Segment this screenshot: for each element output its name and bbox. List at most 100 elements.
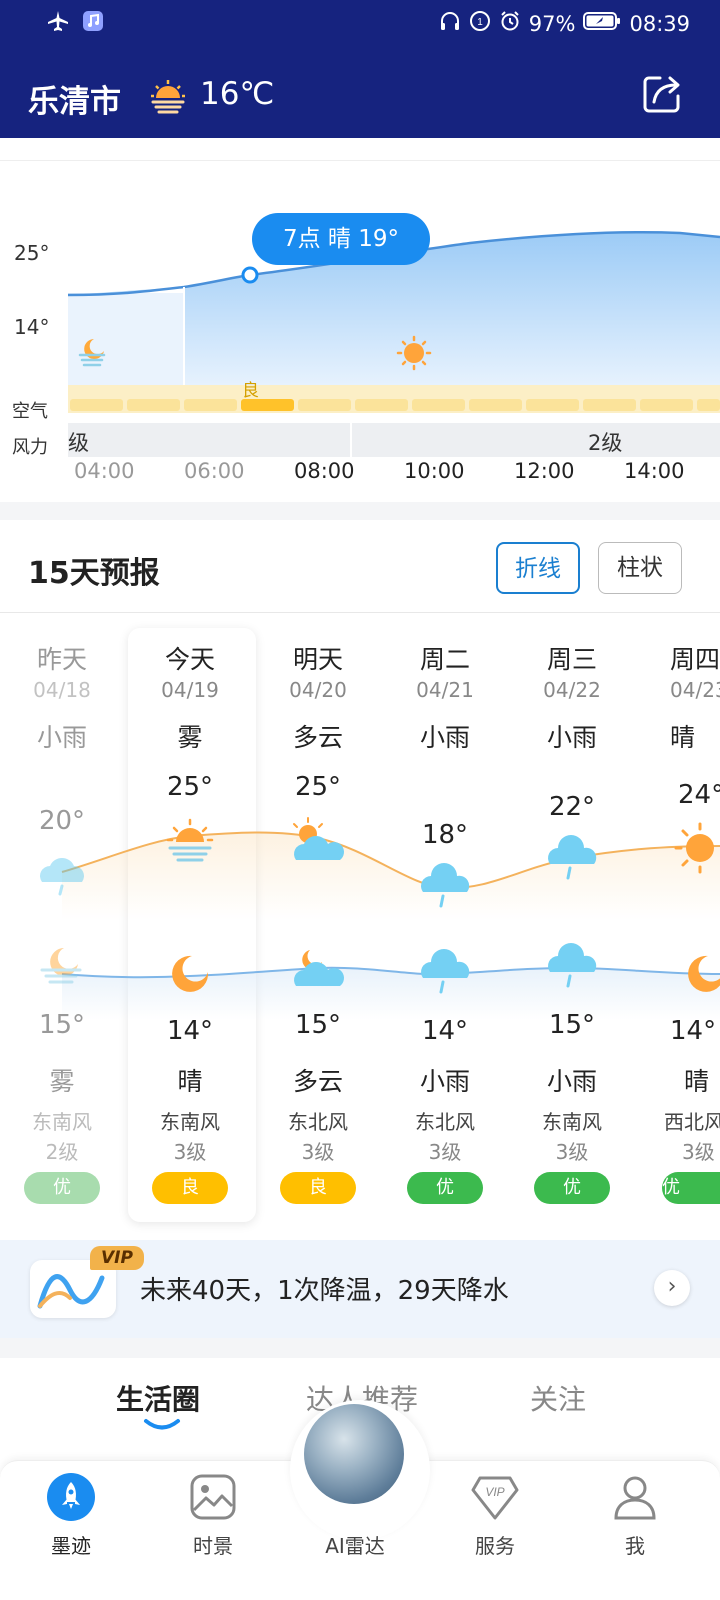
wind-level: 3级 xyxy=(682,1140,715,1164)
low-temp: 14° xyxy=(421,1016,469,1046)
forecast-day-column[interactable]: 今天 04/19 雾 xyxy=(126,640,254,758)
day-weather: 小雨 xyxy=(419,723,470,752)
current-hour-dot[interactable] xyxy=(241,266,259,284)
night-weather: 多云 xyxy=(292,1067,343,1096)
wind-level-2: 2级 xyxy=(588,431,623,455)
time-label: 04:00 xyxy=(74,459,135,483)
wind-level: 3级 xyxy=(301,1140,335,1164)
clock-time: 08:39 xyxy=(629,11,690,36)
aqi-badge: 优 xyxy=(534,1172,610,1204)
sun-haze-icon xyxy=(148,76,188,120)
time-label: 06:00 xyxy=(184,459,245,483)
line-view-button[interactable]: 折线 xyxy=(496,542,580,594)
day-weather: 雾 xyxy=(177,723,203,752)
sun-cloud-icon xyxy=(293,817,344,860)
high-temp: 20° xyxy=(38,806,86,836)
forecast-separator xyxy=(0,612,720,613)
forecast-night-column[interactable]: 15° 多云 东北风 3级 良 xyxy=(254,1010,382,1204)
nav-label[interactable]: AI雷达 xyxy=(300,1530,410,1559)
night-weather: 雾 xyxy=(49,1067,75,1096)
wind-direction: 西北风 xyxy=(664,1110,720,1134)
day-date: 04/20 xyxy=(289,678,347,702)
wind-level: 2级 xyxy=(45,1140,79,1164)
night-weather: 小雨 xyxy=(419,1067,470,1096)
forecast-night-column[interactable]: 14° 晴 东南风 3级 良 xyxy=(126,1016,254,1204)
tab-following[interactable]: 关注 xyxy=(530,1378,586,1418)
wind-direction: 东北风 xyxy=(415,1110,475,1134)
wind-level: 3级 xyxy=(555,1140,589,1164)
nav-label: 我 xyxy=(625,1534,645,1558)
low-temp: 14° xyxy=(166,1016,214,1046)
location-header: 乐清市 16℃ xyxy=(0,64,720,128)
ai-radar-orb-icon[interactable] xyxy=(304,1404,404,1504)
low-temp: 14° xyxy=(670,1016,717,1046)
bar-view-button[interactable]: 柱状 xyxy=(598,542,682,594)
wind-level-1: 级 xyxy=(68,431,89,455)
nav-scenery[interactable]: 时景 xyxy=(158,1472,268,1559)
day-date: 04/22 xyxy=(543,678,601,702)
svg-text:VIP: VIP xyxy=(485,1485,504,1499)
day-name: 周三 xyxy=(546,645,597,674)
high-temp: 24° xyxy=(678,780,720,810)
photo-icon xyxy=(190,1474,236,1520)
low-temp: 15° xyxy=(548,1010,596,1040)
forecast-night-column[interactable]: 15° 小雨 东南风 3级 优 xyxy=(508,1010,636,1204)
nav-moji[interactable]: 墨迹 xyxy=(16,1472,126,1559)
nav-service[interactable]: VIP 服务 xyxy=(440,1472,550,1559)
night-weather: 晴 xyxy=(177,1067,203,1096)
active-tab-indicator xyxy=(144,1419,180,1430)
forecast-day-column[interactable]: 周三 04/22 小雨 xyxy=(508,640,636,758)
night-weather: 晴 xyxy=(684,1067,710,1096)
chevron-right-icon[interactable]: › xyxy=(654,1270,690,1306)
forecast-title: 15天预报 xyxy=(28,556,160,591)
day-name: 明天 xyxy=(292,645,343,674)
vip-banner-text: 未来40天，1次降温，29天降水 xyxy=(140,1276,509,1306)
day-name: 今天 xyxy=(164,645,215,674)
svg-text:1: 1 xyxy=(477,17,483,28)
aqi-badge: 良 xyxy=(280,1172,356,1204)
nav-me[interactable]: 我 xyxy=(580,1472,690,1559)
day-date: 04/19 xyxy=(161,678,219,702)
rocket-icon xyxy=(47,1473,95,1521)
day-name: 周二 xyxy=(419,645,470,674)
wind-level: 3级 xyxy=(173,1140,207,1164)
hd-signal-icon: 1 xyxy=(469,10,491,37)
section-divider xyxy=(0,502,720,520)
night-weather: 小雨 xyxy=(546,1067,597,1096)
moon-icon xyxy=(172,955,209,992)
time-label: 12:00 xyxy=(514,459,575,483)
low-temp: 15° xyxy=(294,1010,342,1040)
share-icon[interactable] xyxy=(640,72,684,120)
time-label: 10:00 xyxy=(404,459,465,483)
forecast-day-column[interactable]: 明天 04/20 多云 xyxy=(254,640,382,758)
user-icon xyxy=(614,1476,656,1520)
tab-life-circle[interactable]: 生活圈 xyxy=(116,1378,200,1418)
wind-direction: 东南风 xyxy=(32,1110,92,1134)
alarm-icon xyxy=(499,10,521,37)
forecast-day-column[interactable]: 周四 04/23 晴 xyxy=(636,640,720,758)
time-label: 08:00 xyxy=(294,459,355,483)
current-temperature: 16℃ xyxy=(200,76,275,112)
top-bar: 1 97% 08:39 乐清市 16℃ xyxy=(0,0,720,138)
forecast-night-column[interactable]: 14° 小雨 东北风 3级 优 xyxy=(381,1016,509,1204)
vip-forecast-banner[interactable]: VIP 未来40天，1次降温，29天降水 › xyxy=(0,1240,720,1338)
airplane-mode-icon xyxy=(46,10,70,37)
city-name[interactable]: 乐清市 xyxy=(28,76,121,121)
high-temp: 22° xyxy=(548,792,596,822)
hourly-forecast: 25° 14° 7点 晴 19° 良 空气 风力 级 2级 04:00 06:0… xyxy=(0,160,720,500)
day-name: 昨天 xyxy=(36,645,87,674)
wind-direction: 东南风 xyxy=(542,1110,602,1134)
nav-label: 墨迹 xyxy=(51,1534,91,1558)
day-date: 04/18 xyxy=(33,678,91,702)
day-weather: 小雨 xyxy=(36,723,87,752)
forecast-night-column[interactable]: 15° 雾 东南风 2级 优 xyxy=(0,1010,126,1204)
day-weather: 多云 xyxy=(292,723,343,752)
forecast-day-column[interactable]: 周二 04/21 小雨 xyxy=(381,640,509,758)
wind-direction: 东南风 xyxy=(160,1110,220,1134)
aqi-segments xyxy=(70,399,720,411)
wind-row-label: 风力 xyxy=(12,437,48,458)
forecast-day-column[interactable]: 昨天 04/18 小雨 xyxy=(0,640,126,758)
day-weather: 晴 xyxy=(670,723,696,752)
section-divider xyxy=(0,1338,720,1358)
forecast-night-column[interactable]: 14° 晴 西北风 3级 优 xyxy=(662,1016,720,1204)
